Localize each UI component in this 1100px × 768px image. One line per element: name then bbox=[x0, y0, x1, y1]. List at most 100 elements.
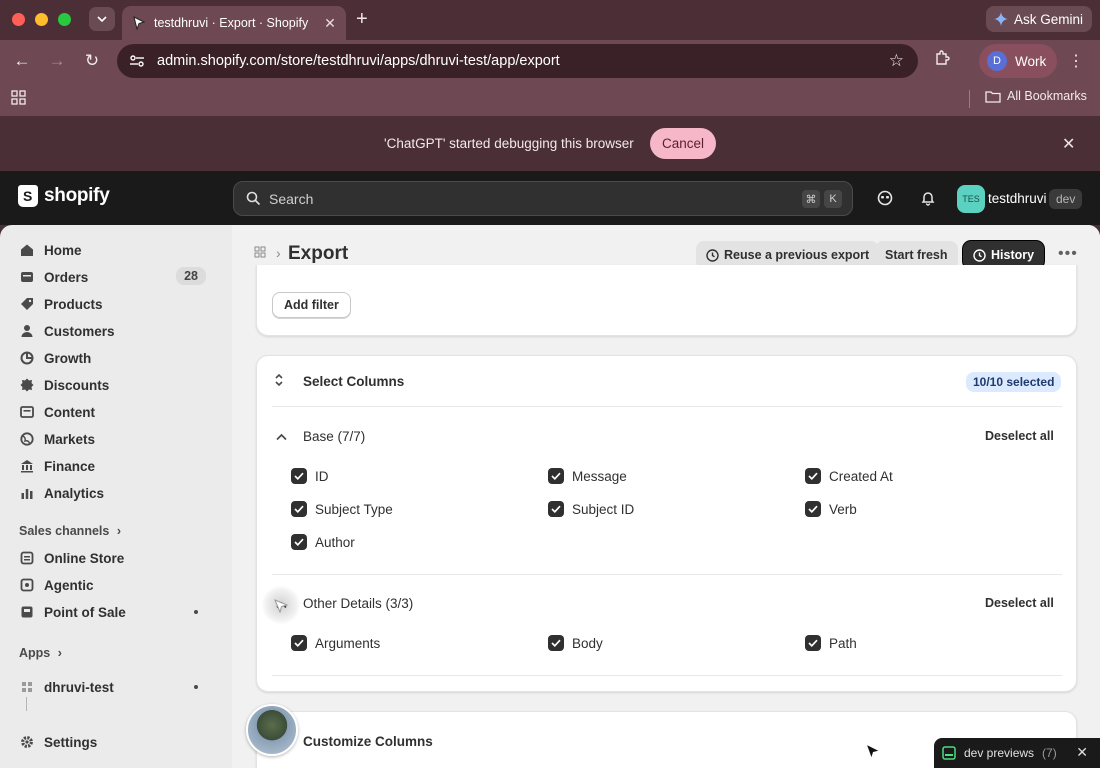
site-settings-icon[interactable] bbox=[129, 54, 145, 68]
column-checkbox-author[interactable]: Author bbox=[291, 534, 355, 550]
all-bookmarks-button[interactable]: All Bookmarks bbox=[985, 89, 1087, 103]
search-input[interactable]: Search ⌘ K bbox=[233, 181, 853, 216]
chevron-up-icon[interactable] bbox=[276, 430, 287, 444]
selected-count-badge: 10/10 selected bbox=[966, 372, 1062, 392]
browser-tab-bar: testdhruvi · Export · Shopify ✕ + Ask Ge… bbox=[0, 0, 1100, 40]
checkbox-checked-icon bbox=[548, 501, 564, 517]
page-title: Export bbox=[288, 243, 349, 264]
ask-gemini-button[interactable]: Ask Gemini bbox=[986, 6, 1092, 32]
checkbox-checked-icon bbox=[548, 635, 564, 651]
forward-arrow-icon[interactable]: → bbox=[47, 52, 67, 69]
sidebar-item-orders[interactable]: Orders 28 bbox=[0, 264, 220, 290]
checkbox-checked-icon bbox=[291, 534, 307, 550]
sidekick-icon[interactable] bbox=[877, 190, 893, 211]
expand-collapse-icon[interactable] bbox=[274, 373, 284, 390]
bookmark-star-icon[interactable]: ☆ bbox=[889, 51, 904, 71]
sidebar-item-label: Customers bbox=[44, 323, 115, 339]
sidebar-item-growth[interactable]: Growth bbox=[0, 345, 220, 371]
more-actions-icon[interactable]: ••• bbox=[1058, 245, 1078, 263]
reload-icon[interactable]: ↻ bbox=[82, 52, 102, 69]
sales-channels-label: Sales channels bbox=[19, 524, 110, 538]
sidebar-item-label: Analytics bbox=[44, 485, 105, 501]
column-checkbox-verb[interactable]: Verb bbox=[805, 501, 857, 517]
browser-tab-active[interactable]: testdhruvi · Export · Shopify ✕ bbox=[122, 6, 346, 40]
column-label: Subject Type bbox=[315, 501, 393, 517]
sidebar-item-markets[interactable]: Markets bbox=[0, 426, 220, 452]
customize-columns-title[interactable]: Customize Columns bbox=[303, 734, 433, 749]
sidebar-item-analytics[interactable]: Analytics bbox=[0, 480, 220, 506]
search-icon bbox=[246, 191, 261, 206]
apps-heading[interactable]: Apps › bbox=[19, 646, 62, 660]
user-photo-avatar[interactable] bbox=[246, 704, 298, 756]
column-checkbox-id[interactable]: ID bbox=[291, 468, 329, 484]
select-columns-card: Select Columns 10/10 selected Base (7/7)… bbox=[256, 355, 1077, 692]
sidebar-item-point-of-sale[interactable]: Point of Sale bbox=[0, 599, 220, 625]
close-dev-previews-icon[interactable]: ✕ bbox=[1076, 744, 1088, 761]
chart-icon bbox=[20, 486, 34, 500]
column-label: Body bbox=[572, 635, 603, 651]
sales-channels-heading[interactable]: Sales channels › bbox=[19, 524, 121, 538]
minimize-window-button[interactable] bbox=[35, 13, 48, 26]
sidebar-item-discounts[interactable]: Discounts bbox=[0, 372, 220, 398]
cancel-debugging-button[interactable]: Cancel bbox=[650, 128, 716, 159]
close-tab-icon[interactable]: ✕ bbox=[322, 15, 338, 32]
app-breadcrumb-icon[interactable] bbox=[254, 246, 266, 261]
globe-icon bbox=[20, 432, 34, 446]
close-infobar-icon[interactable]: ✕ bbox=[1062, 134, 1075, 154]
sidebar-item-online-store[interactable]: Online Store bbox=[0, 545, 220, 571]
profile-button[interactable]: D Work bbox=[979, 44, 1057, 78]
deselect-all-other-button[interactable]: Deselect all bbox=[985, 596, 1054, 610]
shopify-wordmark: shopify bbox=[44, 185, 110, 206]
close-window-button[interactable] bbox=[12, 13, 25, 26]
sidebar-item-products[interactable]: Products bbox=[0, 291, 220, 317]
cursor-favicon-icon bbox=[133, 16, 146, 30]
add-filter-button[interactable]: Add filter bbox=[272, 292, 351, 318]
column-checkbox-created-at[interactable]: Created At bbox=[805, 468, 893, 484]
chevron-right-icon: › bbox=[116, 524, 121, 538]
agentic-icon bbox=[20, 578, 34, 592]
checkbox-checked-icon bbox=[291, 468, 307, 484]
column-label: Verb bbox=[829, 501, 857, 517]
reuse-previous-export-label: Reuse a previous export bbox=[724, 248, 870, 262]
sidebar-item-finance[interactable]: Finance bbox=[0, 453, 220, 479]
deselect-all-base-button[interactable]: Deselect all bbox=[985, 429, 1054, 443]
checkbox-checked-icon bbox=[805, 501, 821, 517]
address-bar[interactable]: admin.shopify.com/store/testdhruvi/apps/… bbox=[117, 44, 918, 78]
sidebar-item-label: Home bbox=[44, 242, 82, 258]
extensions-puzzle-icon[interactable] bbox=[934, 50, 950, 71]
browser-menu-icon[interactable]: ⋮ bbox=[1068, 51, 1084, 71]
sidebar-item-customers[interactable]: Customers bbox=[0, 318, 220, 344]
sidebar-item-settings[interactable]: Settings bbox=[0, 729, 220, 755]
sidebar-item-dhruvi-test[interactable]: dhruvi-test bbox=[0, 674, 220, 700]
column-checkbox-body[interactable]: Body bbox=[548, 635, 603, 651]
notifications-bell-icon[interactable] bbox=[920, 190, 936, 211]
maximize-window-button[interactable] bbox=[58, 13, 71, 26]
column-checkbox-subject-id[interactable]: Subject ID bbox=[548, 501, 634, 517]
new-tab-button[interactable]: + bbox=[356, 8, 368, 30]
back-arrow-icon[interactable]: ← bbox=[12, 52, 32, 69]
store-name[interactable]: testdhruvi bbox=[988, 191, 1047, 206]
sidebar-item-home[interactable]: Home bbox=[0, 237, 220, 263]
column-checkbox-subject-type[interactable]: Subject Type bbox=[291, 501, 393, 517]
other-details-group-title[interactable]: Other Details (3/3) bbox=[303, 596, 413, 611]
tab-list-button[interactable] bbox=[89, 7, 115, 31]
pin-dot-icon bbox=[194, 610, 198, 614]
sidebar-item-agentic[interactable]: Agentic bbox=[0, 572, 220, 598]
discount-icon bbox=[20, 378, 34, 392]
shopify-logo[interactable]: shopify bbox=[18, 185, 110, 207]
dev-previews-bar[interactable]: dev previews (7) ✕ bbox=[934, 738, 1100, 768]
home-icon bbox=[20, 243, 34, 257]
apps-grid-icon[interactable] bbox=[11, 90, 26, 110]
store-avatar[interactable]: TES bbox=[957, 185, 985, 213]
column-label: Created At bbox=[829, 468, 893, 484]
profile-avatar: D bbox=[987, 51, 1007, 71]
column-checkbox-message[interactable]: Message bbox=[548, 468, 627, 484]
column-checkbox-path[interactable]: Path bbox=[805, 635, 857, 651]
all-bookmarks-label: All Bookmarks bbox=[1007, 89, 1087, 103]
column-checkbox-arguments[interactable]: Arguments bbox=[291, 635, 380, 651]
sidebar-item-content[interactable]: Content bbox=[0, 399, 220, 425]
profile-label: Work bbox=[1015, 53, 1047, 69]
base-group-title[interactable]: Base (7/7) bbox=[303, 429, 365, 444]
shopify-bag-icon bbox=[18, 185, 38, 207]
column-label: ID bbox=[315, 468, 329, 484]
